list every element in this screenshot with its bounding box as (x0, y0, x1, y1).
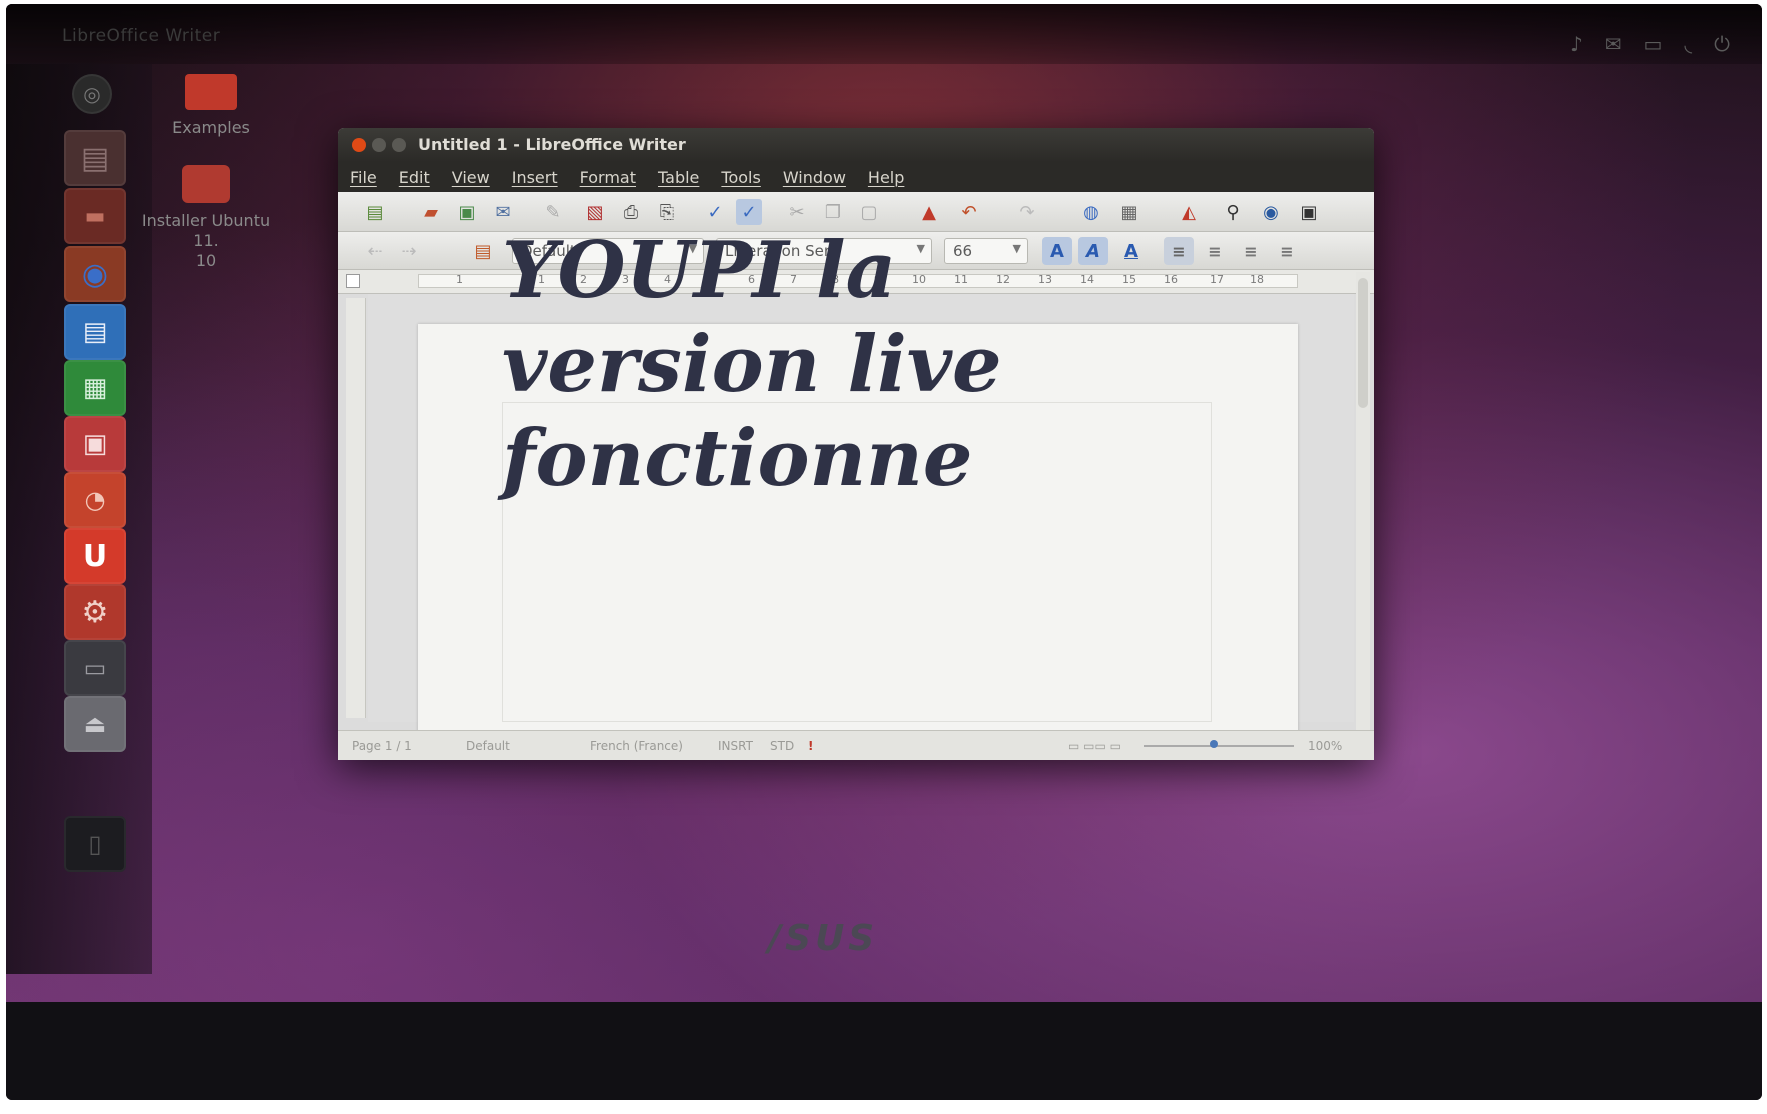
navigator-icon[interactable]: ◉ (1258, 199, 1284, 225)
document-text[interactable]: YOUPI la version live fonctionne (502, 224, 1202, 506)
autospellcheck-icon[interactable]: ✓ (736, 199, 762, 225)
software-center-icon[interactable]: ◔ (64, 472, 126, 528)
open-icon[interactable]: ▰ (418, 199, 444, 225)
export-pdf-icon[interactable]: ▧ (582, 199, 608, 225)
window-titlebar[interactable]: Untitled 1 - LibreOffice Writer (338, 128, 1374, 162)
align-center-icon[interactable]: ≡ (1200, 237, 1230, 265)
undo-icon[interactable]: ↶ (956, 199, 982, 225)
back-icon[interactable]: ⇠ (362, 238, 388, 264)
folder-icon (185, 74, 237, 110)
new-document-icon[interactable]: ▤ (362, 199, 388, 225)
menu-file[interactable]: File (350, 168, 377, 187)
writer-icon[interactable]: ▤ (64, 304, 126, 360)
status-zoom[interactable]: 100% (1308, 739, 1342, 753)
workspaces-icon[interactable]: ▭ (64, 640, 126, 696)
brand-logo: /SUS (768, 918, 879, 959)
status-bar: Page 1 / 1 Default French (France) INSRT… (338, 730, 1374, 760)
files-home-icon[interactable]: ▬ (64, 188, 126, 244)
hyperlink-icon[interactable]: ◍ (1078, 199, 1104, 225)
menu-help[interactable]: Help (868, 168, 904, 187)
desktop-icon-label: Installer Ubuntu 11. 10 (141, 211, 271, 270)
desktop-screen: LibreOffice Writer ♪ ✉ ▭ ◟ ⏻ ◎ ▤ ▬ ◉ ▤ ▦… (6, 4, 1762, 1002)
settings-icon[interactable]: ⚙ (64, 584, 126, 640)
close-icon[interactable] (352, 138, 366, 152)
impress-icon[interactable]: ▣ (64, 416, 126, 472)
trash-icon[interactable]: ▯ (64, 816, 126, 872)
menu-tools[interactable]: Tools (721, 168, 760, 187)
modified-icon: ! (808, 739, 814, 753)
laptop-bezel (6, 1002, 1762, 1100)
firefox-icon[interactable]: ◉ (64, 246, 126, 302)
writer-window: Untitled 1 - LibreOffice Writer File Edi… (338, 128, 1374, 760)
view-layout-icon[interactable]: ▭ ▭▭ ▭ (1068, 739, 1121, 753)
menu-window[interactable]: Window (783, 168, 846, 187)
edit-file-icon[interactable]: ✎ (540, 199, 566, 225)
menubar: File Edit View Insert Format Table Tools… (338, 162, 1374, 192)
status-page-style[interactable]: Default (466, 739, 510, 753)
spellcheck-icon[interactable]: ✓ (702, 199, 728, 225)
panel-app-title: LibreOffice Writer (62, 26, 221, 46)
email-icon[interactable]: ✉ (490, 199, 516, 225)
forward-icon[interactable]: ⇢ (396, 238, 422, 264)
top-panel: LibreOffice Writer ♪ ✉ ▭ ◟ ⏻ (6, 4, 1762, 64)
ruler-tick: 1 (456, 273, 463, 286)
status-selection-mode[interactable]: STD (770, 739, 794, 753)
scrollbar-thumb[interactable] (1358, 278, 1368, 408)
cut-icon[interactable]: ✂ (784, 199, 810, 225)
menu-edit[interactable]: Edit (399, 168, 430, 187)
status-page: Page 1 / 1 (352, 739, 412, 753)
files-icon[interactable]: ▤ (64, 130, 126, 186)
ruler-tick: 17 (1210, 273, 1224, 286)
dash-icon[interactable]: ◎ (72, 74, 112, 114)
mail-icon[interactable]: ✉ (1605, 32, 1622, 56)
draw-functions-icon[interactable]: ◭ (1176, 199, 1202, 225)
desktop-icon-installer[interactable]: Installer Ubuntu 11. 10 (128, 146, 284, 290)
system-tray: ♪ ✉ ▭ ◟ ⏻ (1570, 32, 1730, 56)
justify-icon[interactable]: ≡ (1272, 237, 1302, 265)
redo-icon[interactable]: ↷ (1014, 199, 1040, 225)
menu-view[interactable]: View (452, 168, 490, 187)
battery-icon[interactable]: ▭ (1644, 32, 1663, 56)
minimize-icon[interactable] (372, 138, 386, 152)
drive-icon[interactable]: ⏏ (64, 696, 126, 752)
find-replace-icon[interactable]: ⚲ (1220, 199, 1246, 225)
installer-icon (182, 165, 230, 203)
zoom-slider-handle[interactable] (1210, 740, 1218, 748)
print-icon[interactable]: ⎙ (618, 199, 644, 225)
status-language[interactable]: French (France) (590, 739, 683, 753)
calc-icon[interactable]: ▦ (64, 360, 126, 416)
wifi-icon[interactable]: ◟ (1684, 32, 1692, 56)
laptop-photo: LibreOffice Writer ♪ ✉ ▭ ◟ ⏻ ◎ ▤ ▬ ◉ ▤ ▦… (6, 4, 1762, 1100)
menu-table[interactable]: Table (658, 168, 699, 187)
ubuntu-one-icon[interactable]: U (64, 528, 126, 584)
desktop-icon-label: Examples (172, 118, 250, 137)
align-right-icon[interactable]: ≡ (1236, 237, 1266, 265)
menu-insert[interactable]: Insert (512, 168, 558, 187)
zoom-slider[interactable] (1144, 745, 1294, 747)
menu-format[interactable]: Format (580, 168, 636, 187)
desktop-icon-examples[interactable]: Examples (166, 74, 256, 138)
copy-icon[interactable]: ❐ (820, 199, 846, 225)
save-icon[interactable]: ▣ (454, 199, 480, 225)
music-icon[interactable]: ♪ (1570, 32, 1583, 56)
print-preview-icon[interactable]: ⎘ (654, 199, 680, 225)
gallery-icon[interactable]: ▣ (1296, 199, 1322, 225)
vertical-ruler[interactable] (346, 298, 366, 718)
styles-icon[interactable]: ▤ (470, 238, 496, 264)
window-title: Untitled 1 - LibreOffice Writer (418, 135, 686, 154)
vertical-scrollbar[interactable] (1356, 272, 1370, 732)
tab-type-icon[interactable] (346, 274, 360, 288)
power-icon[interactable]: ⏻ (1714, 32, 1730, 56)
paste-icon[interactable]: ▢ (856, 199, 882, 225)
clone-formatting-icon[interactable]: ▲ (916, 199, 942, 225)
ruler-tick: 18 (1250, 273, 1264, 286)
table-icon[interactable]: ▦ (1116, 199, 1142, 225)
status-insert-mode[interactable]: INSRT (718, 739, 753, 753)
maximize-icon[interactable] (392, 138, 406, 152)
